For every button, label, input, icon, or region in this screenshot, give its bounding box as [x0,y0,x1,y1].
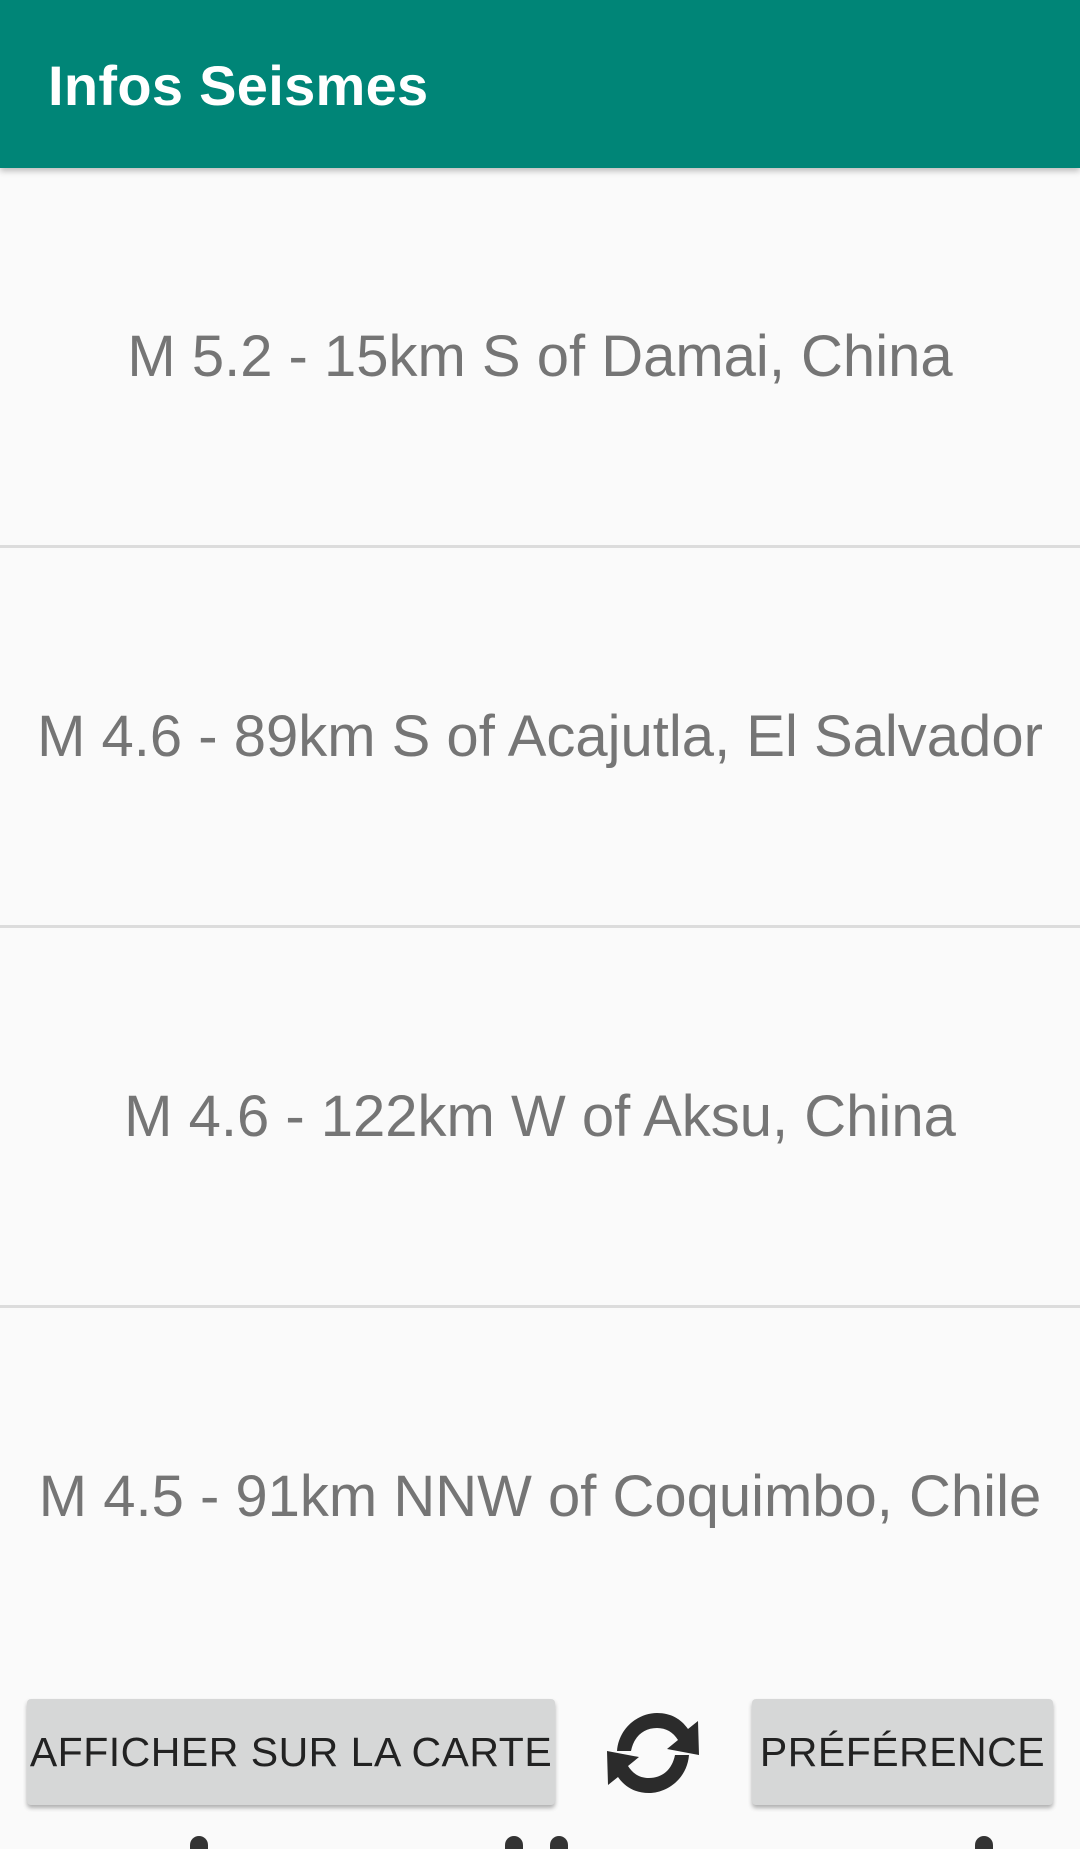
app-toolbar: Infos Seismes [0,0,1080,168]
earthquake-label: M 4.6 - 89km S of Acajutla, El Salvador [37,703,1043,769]
refresh-icon [607,1713,699,1793]
partially-visible-row [0,1836,1080,1849]
cut-glyph [550,1836,568,1849]
list-item[interactable]: M 4.5 - 91km NNW of Coquimbo, Chile [0,1308,1080,1688]
app-title: Infos Seismes [48,54,429,117]
earthquake-list[interactable]: M 5.2 - 15km S of Damai, China M 4.6 - 8… [0,168,1080,1688]
earthquake-label: M 5.2 - 15km S of Damai, China [127,323,953,389]
preference-button[interactable]: PRÉFÉRENCE [752,1699,1053,1805]
list-item[interactable]: M 4.6 - 122km W of Aksu, China [0,928,1080,1308]
cut-glyph [190,1836,208,1849]
list-item[interactable]: M 4.6 - 89km S of Acajutla, El Salvador [0,548,1080,928]
list-item[interactable]: M 5.2 - 15km S of Damai, China [0,168,1080,548]
bottom-action-bar: AFFICHER SUR LA CARTE PRÉFÉRENCE [0,1680,1080,1849]
app-screen: Infos Seismes M 5.2 - 15km S of Damai, C… [0,0,1080,1849]
earthquake-label: M 4.6 - 122km W of Aksu, China [124,1083,956,1149]
refresh-button[interactable] [595,1703,711,1803]
earthquake-label: M 4.5 - 91km NNW of Coquimbo, Chile [38,1463,1042,1529]
show-on-map-button[interactable]: AFFICHER SUR LA CARTE [27,1699,555,1805]
cut-glyph [975,1836,993,1849]
cut-glyph [505,1836,523,1849]
